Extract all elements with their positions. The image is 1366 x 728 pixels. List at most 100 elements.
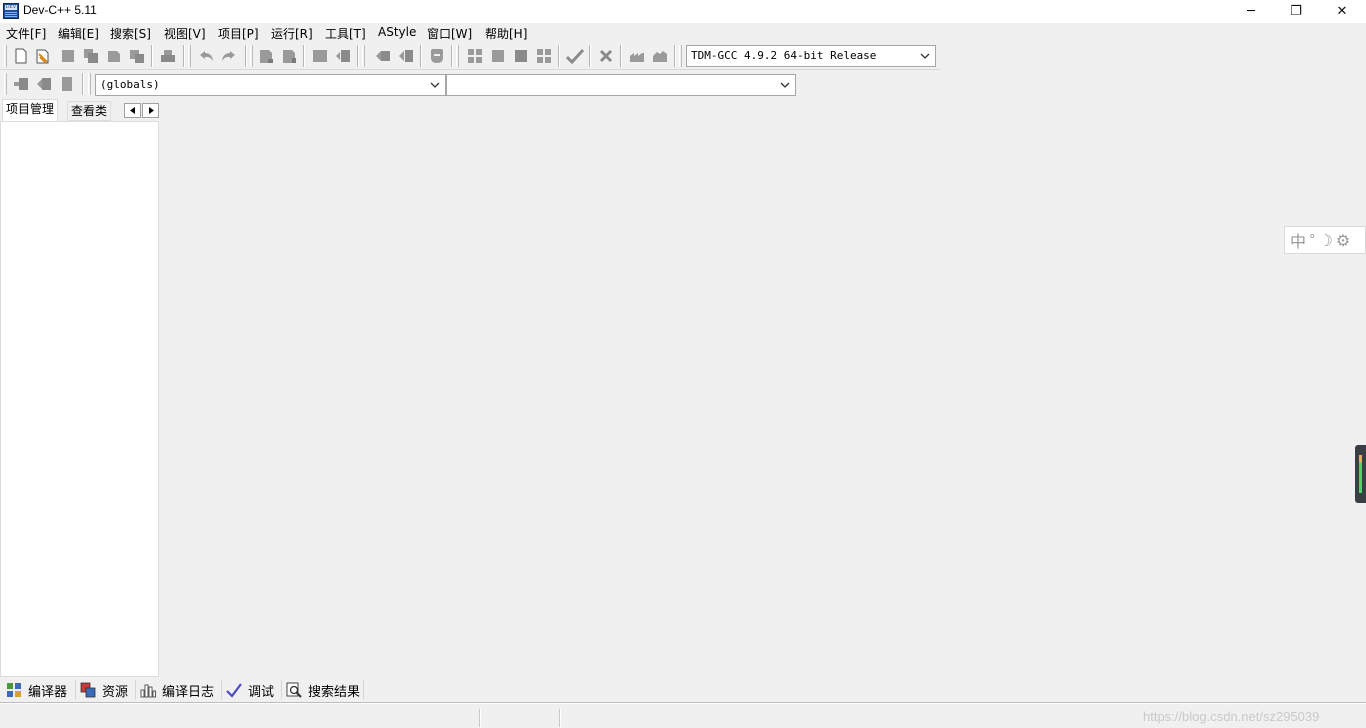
compiler-select-value: TDM-GCC 4.9.2 64-bit Release: [691, 49, 877, 62]
menu-file[interactable]: 文件[F]: [6, 25, 46, 42]
minimize-button[interactable]: ─: [1228, 0, 1274, 22]
goto-line-icon[interactable]: [311, 47, 329, 65]
close-all-icon[interactable]: [128, 47, 146, 65]
toolbar-separator: [451, 45, 453, 67]
status-bar: https://blog.csdn.net/sz295039: [0, 706, 1366, 728]
rebuild-all-icon[interactable]: [535, 47, 553, 65]
compile-icon[interactable]: [466, 47, 484, 65]
replace-icon[interactable]: [280, 47, 298, 65]
chevron-down-icon: [429, 75, 441, 95]
tab-scroll-right-button[interactable]: [142, 103, 159, 118]
close-button[interactable]: ✕: [1319, 0, 1365, 22]
save-all-icon[interactable]: [82, 47, 100, 65]
volume-meter-widget[interactable]: [1355, 445, 1366, 503]
toolbar-separator: [589, 45, 591, 67]
menu-window[interactable]: 窗口[W]: [427, 25, 472, 42]
toolbar-grip[interactable]: [88, 73, 91, 95]
toolbar-separator: [620, 45, 622, 67]
arrow-right-icon: [148, 107, 154, 114]
syntax-check-icon[interactable]: [566, 47, 584, 65]
toolbar-separator: [245, 45, 247, 67]
app-icon-stripes: [5, 12, 17, 17]
goto-next-icon[interactable]: [334, 47, 352, 65]
tab-debug-label: 调试: [248, 684, 275, 700]
find-icon[interactable]: [257, 47, 275, 65]
ime-halfwidth-icon[interactable]: ☽: [1319, 231, 1333, 250]
toggle-bookmark-icon[interactable]: [58, 75, 76, 93]
bottom-tab-bar: 编译器 资源 编译日志 调试 搜索结果: [0, 678, 1366, 702]
ime-settings-gear-icon[interactable]: ⚙: [1336, 231, 1350, 250]
toolbar-grip[interactable]: [362, 45, 365, 67]
stop-execution-icon[interactable]: [597, 47, 615, 65]
status-separator: [559, 709, 561, 727]
scope-select[interactable]: (globals): [95, 74, 446, 96]
function-select[interactable]: [446, 74, 796, 96]
project-tree-panel[interactable]: [0, 121, 159, 677]
print-icon[interactable]: [159, 47, 177, 65]
dev-cpp-app-icon[interactable]: DEV: [3, 3, 19, 19]
new-project-icon[interactable]: [12, 75, 30, 93]
ime-toolbar[interactable]: 中 ° ☽ ⚙: [1284, 226, 1366, 254]
run-icon[interactable]: [489, 47, 507, 65]
resources-icon: [80, 682, 96, 698]
indent-icon[interactable]: [374, 47, 392, 65]
tab-scroll-left-button[interactable]: [124, 103, 141, 118]
toggle-comment-icon[interactable]: [428, 47, 446, 65]
tab-search-results[interactable]: 搜索结果: [286, 680, 364, 700]
menu-search[interactable]: 搜索[S]: [110, 25, 151, 42]
menu-run[interactable]: 运行[R]: [271, 25, 313, 42]
arrow-left-icon: [129, 107, 135, 114]
undo-icon[interactable]: [197, 47, 215, 65]
toolbar-grip[interactable]: [679, 45, 682, 67]
unindent-icon[interactable]: [397, 47, 415, 65]
tab-resources-label: 资源: [102, 684, 129, 700]
toolbar-separator: [420, 45, 422, 67]
menu-bar: 文件[F] 编辑[E] 搜索[S] 视图[V] 项目[P] 运行[R] 工具[T…: [0, 23, 1366, 42]
chevron-down-icon: [919, 46, 931, 66]
menu-astyle[interactable]: AStyle: [378, 25, 416, 39]
profile-icon[interactable]: [651, 47, 669, 65]
toolbar-grip[interactable]: [4, 73, 7, 95]
new-file-icon[interactable]: [12, 47, 30, 65]
tab-compiler[interactable]: 编译器: [6, 680, 76, 700]
class-toolbar: (globals): [0, 70, 800, 98]
main-toolbar: TDM-GCC 4.9.2 64-bit Release: [0, 42, 940, 70]
menu-edit[interactable]: 编辑[E]: [58, 25, 99, 42]
open-file-icon[interactable]: [34, 47, 52, 65]
toolbar-separator: [674, 45, 676, 67]
debug-icon[interactable]: [628, 47, 646, 65]
close-file-icon[interactable]: [105, 47, 123, 65]
toolbar-separator: [357, 45, 359, 67]
level-bar: [1359, 455, 1362, 493]
menu-tools[interactable]: 工具[T]: [325, 25, 366, 42]
toolbar-grip[interactable]: [250, 45, 253, 67]
toolbar-separator: [558, 45, 560, 67]
insert-code-icon[interactable]: [35, 75, 53, 93]
menu-help[interactable]: 帮助[H]: [485, 25, 527, 42]
menu-project[interactable]: 项目[P]: [218, 25, 259, 42]
compiler-select[interactable]: TDM-GCC 4.9.2 64-bit Release: [686, 45, 936, 67]
toolbar-separator: [183, 45, 185, 67]
toolbar-separator: [303, 45, 305, 67]
toolbar-grip[interactable]: [188, 45, 191, 67]
toolbar-grip[interactable]: [4, 45, 7, 67]
ime-punctuation-icon[interactable]: °: [1309, 233, 1316, 248]
redo-icon[interactable]: [220, 47, 238, 65]
tab-compile-log[interactable]: 编译日志: [140, 680, 222, 700]
menu-view[interactable]: 视图[V]: [164, 25, 206, 42]
tab-project-manager[interactable]: 项目管理: [2, 99, 59, 121]
compile-run-icon[interactable]: [512, 47, 530, 65]
bottom-divider: [0, 702, 1366, 704]
tab-resources[interactable]: 资源: [80, 680, 136, 700]
tab-class-browser[interactable]: 查看类: [67, 101, 112, 121]
tab-debug[interactable]: 调试: [226, 680, 282, 700]
tab-compile-log-label: 编译日志: [162, 684, 215, 700]
window-title: Dev-C++ 5.11: [23, 3, 97, 17]
save-icon[interactable]: [59, 47, 77, 65]
ime-mode-indicator[interactable]: 中: [1290, 228, 1306, 252]
restore-button[interactable]: ❐: [1273, 0, 1319, 22]
title-bar: DEV Dev-C++ 5.11 ─ ❐ ✕: [0, 0, 1366, 23]
toolbar-separator: [151, 45, 153, 67]
toolbar-grip[interactable]: [456, 45, 459, 67]
scope-select-value: (globals): [100, 78, 160, 91]
